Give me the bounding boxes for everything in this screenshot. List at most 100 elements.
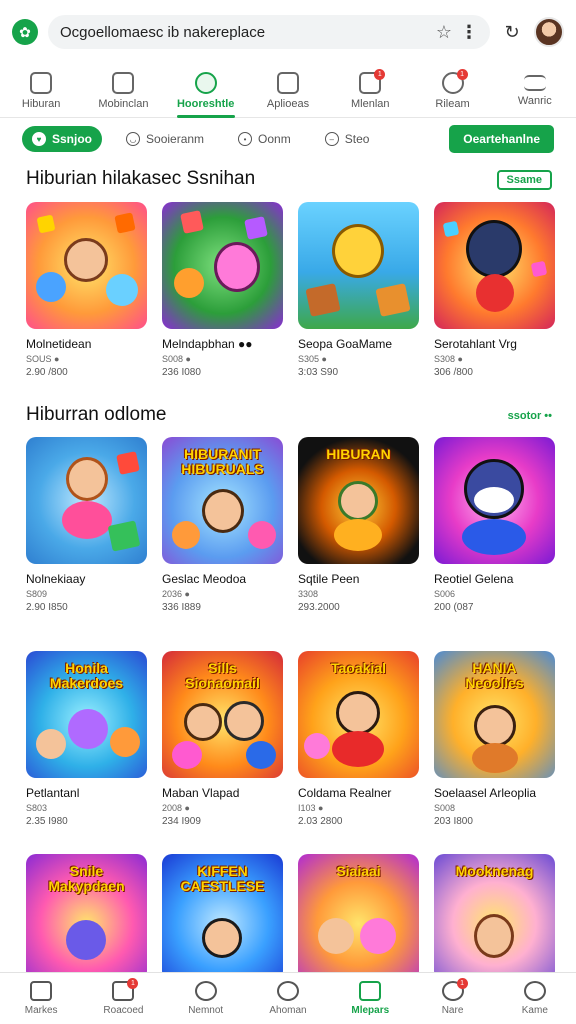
profile-icon xyxy=(523,981,546,1001)
see-all-link[interactable]: Ssame xyxy=(496,170,552,190)
tab-mobinclan[interactable]: Mobinclan xyxy=(82,64,164,117)
more-options-icon[interactable]: ⋮ xyxy=(460,22,478,43)
store-logo-icon[interactable]: ✿ xyxy=(12,19,38,45)
filter-chip-oonm[interactable]: • Oonm xyxy=(228,126,301,152)
app-card[interactable]: Siaiaai xyxy=(298,854,419,981)
address-bar[interactable]: Ocgoellomaesc ib nakereplace ☆ ⋮ xyxy=(48,15,490,49)
app-title[interactable]: Soelaasel Arleoplia xyxy=(434,786,555,800)
chip-label: Ssnjoo xyxy=(52,132,93,146)
app-card[interactable]: HIBURANIT HIBURUALS Geslac Meodoa 2036 ●… xyxy=(162,437,283,613)
minus-icon: – xyxy=(324,132,339,146)
app-price: 203 I800 xyxy=(434,816,473,827)
app-thumbnail[interactable]: HIBURANIT HIBURUALS xyxy=(162,437,283,564)
chat-bubble-icon: 1 xyxy=(441,978,468,1001)
grid-icon: 1 xyxy=(112,978,139,1001)
app-card[interactable]: Taoakial Coldama Realner I103 ● 2.03 280… xyxy=(298,651,419,827)
nav-label: Mlepars xyxy=(351,1005,390,1016)
app-card[interactable]: Serotahlant Vrg S308 ● 306 /800 xyxy=(434,202,555,378)
tab-rileam[interactable]: 1 Rileam xyxy=(411,64,493,117)
app-card[interactable]: Reotiel Gelena S006 200 (087 xyxy=(434,437,555,613)
app-thumbnail[interactable]: Taoakial xyxy=(298,651,419,778)
app-card[interactable]: Melndapbhan ●● S008 ● 236 I080 xyxy=(162,202,283,378)
chip-label: Oonm xyxy=(258,132,291,146)
store-icon xyxy=(30,71,53,94)
nav-mlepars[interactable]: Mlepars xyxy=(329,973,411,1024)
app-card[interactable]: Sills Sionaomail Maban Vlapad 2008 ● 234… xyxy=(162,651,283,827)
nav-roacoed[interactable]: 1 Roacoed xyxy=(82,973,164,1024)
app-title[interactable]: Reotiel Gelena xyxy=(434,572,555,586)
section-title: Hiburian hilakasec Ssnihan xyxy=(26,168,256,189)
nav-ahoman[interactable]: Ahoman xyxy=(247,973,329,1024)
tab-mlenlan[interactable]: 1 Mlenlan xyxy=(329,64,411,117)
chip-label: Steo xyxy=(344,132,370,146)
cta-button[interactable]: Oeartehanlne xyxy=(449,125,554,153)
app-card[interactable]: HIBURAN Sqtile Peen 3308 293.2000 xyxy=(298,437,419,613)
app-thumbnail[interactable]: Sills Sionaomail xyxy=(162,651,283,778)
nav-label: Nemnot xyxy=(188,1005,224,1016)
app-thumbnail[interactable] xyxy=(434,202,555,329)
app-title[interactable]: Molnetidean xyxy=(26,337,147,351)
app-title[interactable]: Nolnekiaay xyxy=(26,572,147,586)
app-card[interactable]: Honila Makerdoes Petlantanl S803 2.35 I9… xyxy=(26,651,147,827)
filter-chip-ssnjoo[interactable]: ♥ Ssnjoo xyxy=(22,126,103,152)
app-thumbnail[interactable] xyxy=(26,202,147,329)
tab-wanric[interactable]: Wanric xyxy=(494,64,576,117)
headphones-icon xyxy=(276,981,299,1001)
app-title[interactable]: Petlantanl xyxy=(26,786,147,800)
tab-hooreshtle[interactable]: Hooreshtle xyxy=(165,64,247,118)
app-meta: SOUS ● xyxy=(26,354,60,364)
notification-badge: 1 xyxy=(374,68,386,80)
app-card[interactable]: HANIA Neoolles Soelaasel Arleoplia S008 … xyxy=(434,651,555,827)
app-card[interactable]: Seopa GoaMame S305 ● 3:03 S90 xyxy=(298,202,419,378)
app-price: 3:03 S90 xyxy=(298,367,339,378)
see-all-link[interactable]: ssotor •• xyxy=(508,410,552,422)
heart-icon: ♥ xyxy=(32,132,46,146)
app-card[interactable]: Snile Makypdaen xyxy=(26,854,147,981)
app-price: 234 I909 xyxy=(162,816,201,827)
app-thumbnail[interactable]: Mooknenag xyxy=(434,854,555,981)
filter-chip-steo[interactable]: – Steo xyxy=(315,126,380,152)
compass-icon xyxy=(194,981,217,1001)
url-text[interactable]: Ocgoellomaesc ib nakereplace xyxy=(60,24,428,41)
app-price: 2.03 2800 xyxy=(298,816,343,827)
app-thumbnail[interactable]: KIFFEN CAESTLESE xyxy=(162,854,283,981)
nav-kame[interactable]: Kame xyxy=(494,973,576,1024)
tab-hiburan[interactable]: Hiburan xyxy=(0,64,82,117)
app-title[interactable]: Maban Vlapad xyxy=(162,786,283,800)
app-meta: S008 ● xyxy=(162,354,191,364)
tab-aplioeas[interactable]: Aplioeas xyxy=(247,64,329,117)
bookmark-star-icon[interactable]: ☆ xyxy=(436,22,452,43)
filter-chip-sooieranm[interactable]: ◡ Sooieranm xyxy=(116,126,214,152)
app-card[interactable]: Molnetidean SOUS ● 2.90 /800 xyxy=(26,202,147,378)
app-title[interactable]: Coldama Realner xyxy=(298,786,419,800)
app-card[interactable]: Nolnekiaay S809 2.90 I850 xyxy=(26,437,147,613)
app-thumbnail[interactable] xyxy=(298,202,419,329)
app-thumbnail[interactable]: HIBURAN xyxy=(298,437,419,564)
app-meta: S006 xyxy=(434,589,456,599)
app-title[interactable]: Sqtile Peen xyxy=(298,572,419,586)
nav-nare[interactable]: 1 Nare xyxy=(411,973,493,1024)
avatar[interactable] xyxy=(534,17,564,47)
app-thumbnail[interactable]: Honila Makerdoes xyxy=(26,651,147,778)
app-card[interactable]: KIFFEN CAESTLESE xyxy=(162,854,283,981)
app-thumbnail[interactable] xyxy=(162,202,283,329)
app-thumbnail[interactable]: Snile Makypdaen xyxy=(26,854,147,981)
app-thumbnail[interactable]: HANIA Neoolles xyxy=(434,651,555,778)
app-meta: 2008 ● xyxy=(162,803,190,813)
refresh-icon[interactable]: ↻ xyxy=(500,22,524,43)
app-title[interactable]: Seopa GoaMame xyxy=(298,337,419,351)
app-title[interactable]: Serotahlant Vrg xyxy=(434,337,555,351)
app-meta: S008 xyxy=(434,803,456,813)
app-price: 293.2000 xyxy=(298,602,340,613)
app-title[interactable]: Melndapbhan ●● xyxy=(162,337,283,351)
app-title[interactable]: Geslac Meodoa xyxy=(162,572,283,586)
app-thumbnail[interactable]: Siaiaai xyxy=(298,854,419,981)
nav-markes[interactable]: Markes xyxy=(0,973,82,1024)
app-banner-text: HIBURAN xyxy=(326,446,391,462)
app-card[interactable]: Mooknenag xyxy=(434,854,555,981)
app-meta: S308 ● xyxy=(434,354,463,364)
tab-label: Hiburan xyxy=(21,97,61,110)
app-thumbnail[interactable] xyxy=(434,437,555,564)
app-thumbnail[interactable] xyxy=(26,437,147,564)
nav-nemnot[interactable]: Nemnot xyxy=(165,973,247,1024)
